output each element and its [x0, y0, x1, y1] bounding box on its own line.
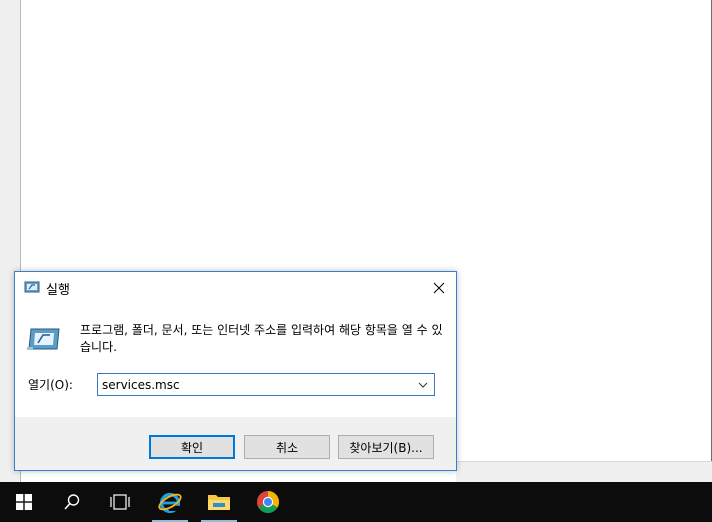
open-input[interactable] — [98, 374, 408, 395]
search-icon — [64, 494, 80, 510]
open-label: 열기(O): — [28, 378, 73, 392]
task-view-icon — [110, 494, 130, 510]
dialog-title: 실행 — [46, 283, 70, 298]
task-view-button[interactable] — [96, 482, 144, 522]
background-window-statusbar — [456, 461, 712, 482]
cancel-button[interactable]: 취소 — [244, 435, 330, 459]
taskbar — [0, 482, 712, 522]
dialog-footer: 확인 취소 찾아보기(B)... — [15, 417, 456, 470]
internet-explorer-icon — [158, 492, 182, 514]
file-explorer-icon — [208, 495, 230, 510]
close-icon — [433, 282, 445, 293]
start-button[interactable] — [0, 482, 48, 522]
chrome-button[interactable] — [244, 482, 292, 522]
chrome-icon — [257, 491, 279, 513]
run-icon — [24, 281, 40, 293]
open-combobox[interactable] — [97, 373, 435, 396]
file-explorer-button[interactable] — [195, 482, 243, 522]
browse-button[interactable]: 찾아보기(B)... — [338, 435, 434, 459]
combo-dropdown-button[interactable] — [412, 374, 434, 395]
dialog-titlebar[interactable]: 실행 — [15, 272, 456, 303]
dialog-description: 프로그램, 폴더, 문서, 또는 인터넷 주소를 입력하여 해당 항목을 열 수… — [80, 323, 443, 354]
run-dialog: 실행 프로그램, 폴더, 문서, 또는 인터넷 주소를 입력하여 해당 항목을 … — [14, 271, 457, 471]
internet-explorer-button[interactable] — [146, 482, 194, 522]
search-button[interactable] — [48, 482, 96, 522]
start-icon — [16, 494, 32, 510]
chevron-down-icon — [418, 382, 428, 388]
ok-button[interactable]: 확인 — [149, 435, 235, 459]
close-button[interactable] — [422, 272, 456, 303]
run-large-icon — [27, 328, 60, 350]
